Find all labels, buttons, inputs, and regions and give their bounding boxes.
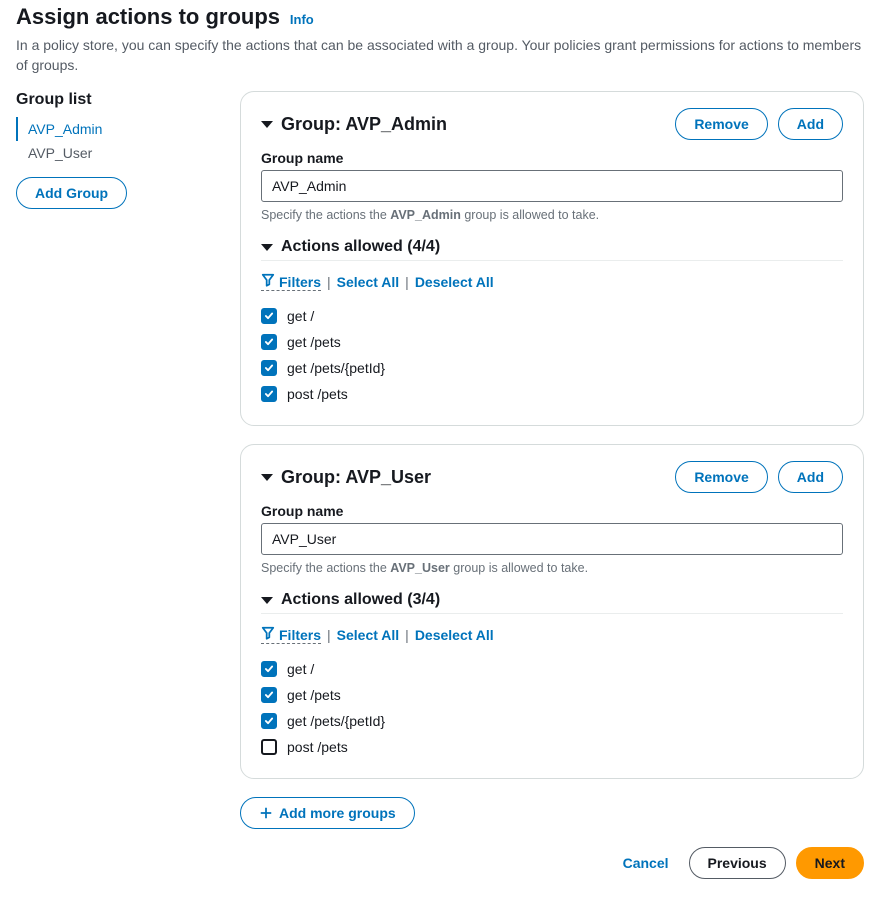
select-all-link[interactable]: Select All	[337, 274, 400, 290]
remove-group-button[interactable]: Remove	[675, 108, 767, 140]
filters-link[interactable]: Filters	[261, 626, 321, 644]
action-checkbox[interactable]	[261, 386, 277, 402]
main-content: Group: AVP_Admin Remove Add Group name Speci…	[240, 91, 864, 879]
sidebar-item-avp_admin[interactable]: AVP_Admin	[16, 117, 216, 141]
group-name-input[interactable]	[261, 523, 843, 555]
group-name-label: Group name	[261, 503, 843, 519]
caret-down-icon	[261, 121, 273, 128]
add-group-button[interactable]: Add Group	[16, 177, 127, 209]
group-card: Group: AVP_User Remove Add Group name Specif…	[240, 444, 864, 779]
action-row: post /pets	[261, 381, 843, 407]
cancel-button[interactable]: Cancel	[613, 847, 679, 879]
page-title: Assign actions to groups	[16, 4, 280, 30]
sidebar: Group list AVP_AdminAVP_User Add Group	[16, 91, 216, 879]
deselect-all-link[interactable]: Deselect All	[415, 627, 494, 643]
action-row: get /	[261, 656, 843, 682]
sidebar-title: Group list	[16, 91, 216, 109]
caret-down-icon	[261, 474, 273, 481]
add-button[interactable]: Add	[778, 461, 843, 493]
filter-row: Filters|Select All|Deselect All	[261, 626, 843, 644]
add-button[interactable]: Add	[778, 108, 843, 140]
add-more-groups-button[interactable]: Add more groups	[240, 797, 415, 829]
filter-row: Filters|Select All|Deselect All	[261, 273, 843, 291]
action-label: post /pets	[287, 739, 348, 755]
actions-allowed-header[interactable]: Actions allowed (3/4)	[261, 591, 843, 613]
action-row: get /	[261, 303, 843, 329]
group-hint: Specify the actions the AVP_Admin group …	[261, 208, 843, 222]
action-checkbox[interactable]	[261, 334, 277, 350]
action-checkbox[interactable]	[261, 360, 277, 376]
group-card: Group: AVP_Admin Remove Add Group name Speci…	[240, 91, 864, 426]
page-subtitle: In a policy store, you can specify the a…	[16, 36, 864, 75]
action-label: get /pets/{petId}	[287, 713, 385, 729]
actions-allowed-header[interactable]: Actions allowed (4/4)	[261, 238, 843, 260]
action-row: post /pets	[261, 734, 843, 760]
info-link[interactable]: Info	[290, 12, 314, 27]
next-button[interactable]: Next	[796, 847, 864, 879]
action-checkbox[interactable]	[261, 687, 277, 703]
group-hint: Specify the actions the AVP_User group i…	[261, 561, 843, 575]
group-title[interactable]: Group: AVP_Admin	[261, 114, 447, 135]
action-row: get /pets/{petId}	[261, 355, 843, 381]
deselect-all-link[interactable]: Deselect All	[415, 274, 494, 290]
action-row: get /pets	[261, 682, 843, 708]
caret-down-icon	[261, 244, 273, 251]
group-name-label: Group name	[261, 150, 843, 166]
sidebar-item-avp_user[interactable]: AVP_User	[16, 141, 216, 165]
remove-group-button[interactable]: Remove	[675, 461, 767, 493]
action-checkbox[interactable]	[261, 739, 277, 755]
funnel-icon	[261, 273, 275, 290]
caret-down-icon	[261, 597, 273, 604]
funnel-icon	[261, 626, 275, 643]
footer-buttons: Cancel Previous Next	[240, 847, 864, 879]
action-label: get /	[287, 308, 314, 324]
action-label: get /	[287, 661, 314, 677]
action-label: get /pets/{petId}	[287, 360, 385, 376]
action-label: get /pets	[287, 687, 341, 703]
group-name-input[interactable]	[261, 170, 843, 202]
action-label: post /pets	[287, 386, 348, 402]
plus-icon	[259, 806, 273, 820]
action-row: get /pets/{petId}	[261, 708, 843, 734]
filters-link[interactable]: Filters	[261, 273, 321, 291]
action-row: get /pets	[261, 329, 843, 355]
previous-button[interactable]: Previous	[689, 847, 786, 879]
action-checkbox[interactable]	[261, 713, 277, 729]
action-checkbox[interactable]	[261, 308, 277, 324]
action-checkbox[interactable]	[261, 661, 277, 677]
select-all-link[interactable]: Select All	[337, 627, 400, 643]
header: Assign actions to groups Info In a polic…	[16, 0, 864, 75]
group-title[interactable]: Group: AVP_User	[261, 467, 431, 488]
action-label: get /pets	[287, 334, 341, 350]
